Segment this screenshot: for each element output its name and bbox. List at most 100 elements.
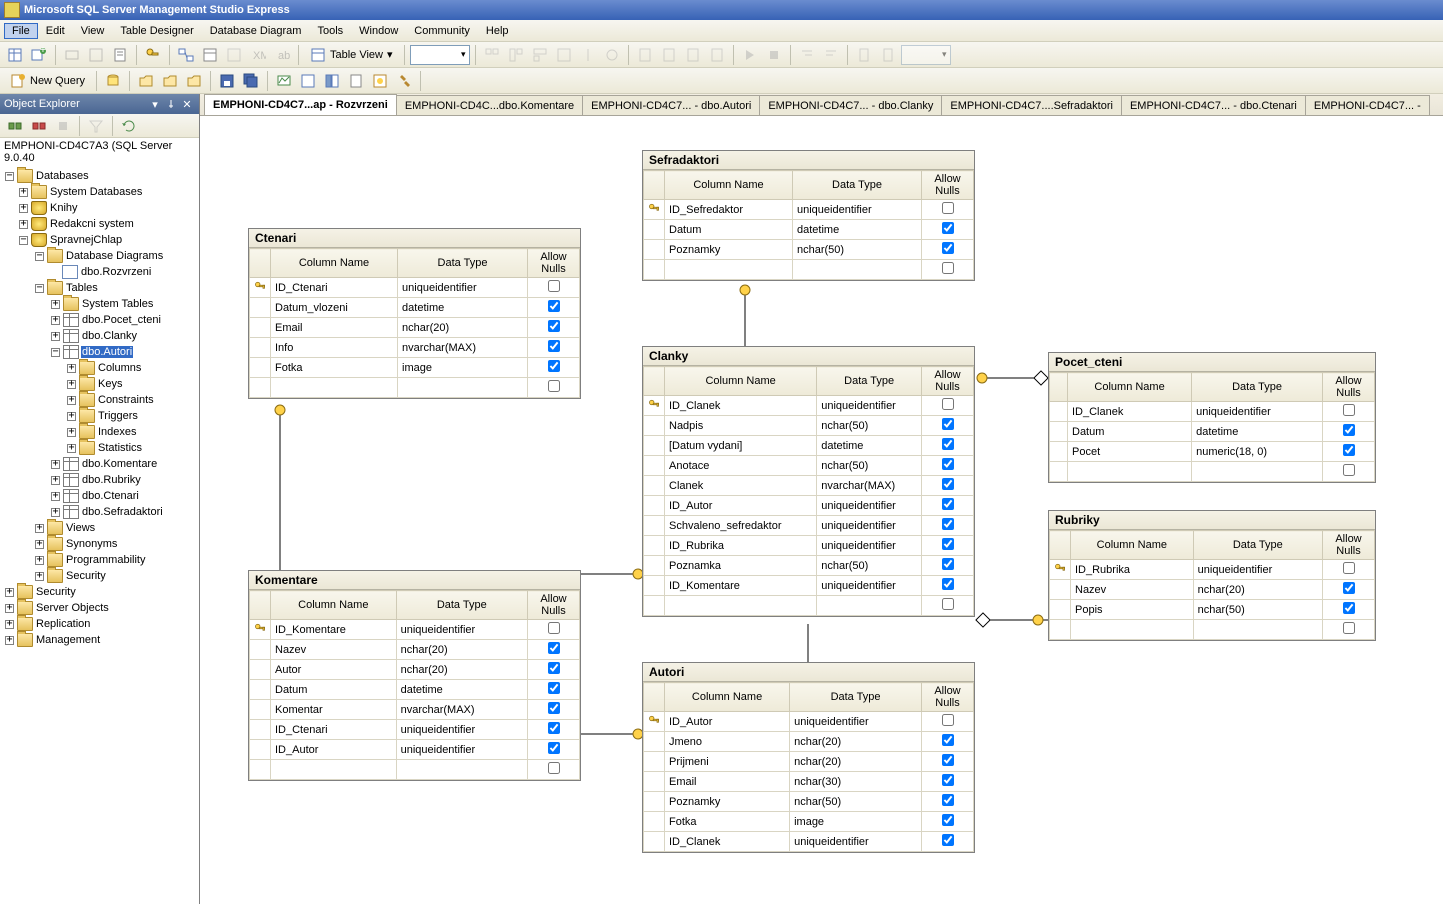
allow-nulls-checkbox[interactable] <box>942 714 954 726</box>
allow-nulls-checkbox[interactable] <box>942 202 954 214</box>
allow-nulls-checkbox[interactable] <box>548 682 560 694</box>
indexes-keys-icon[interactable] <box>199 44 221 66</box>
data-type-cell[interactable]: nchar(30) <box>790 772 922 792</box>
table-row[interactable]: ID_Autoruniqueidentifier <box>644 496 974 516</box>
data-type-cell[interactable]: nchar(20) <box>1193 580 1322 600</box>
diagram-table-komentare[interactable]: KomentareColumn NameData TypeAllow Nulls… <box>248 570 581 781</box>
table-row[interactable]: ID_Ctenariuniqueidentifier <box>250 720 580 740</box>
explorer-pin-icon[interactable] <box>163 97 179 111</box>
table-row[interactable] <box>644 596 974 616</box>
menu-table-designer[interactable]: Table Designer <box>112 23 201 39</box>
allow-nulls-checkbox[interactable] <box>942 578 954 590</box>
column-name-cell[interactable]: Nadpis <box>665 416 817 436</box>
allow-nulls-checkbox[interactable] <box>942 458 954 470</box>
allow-nulls-cell[interactable] <box>1323 600 1375 620</box>
menu-help[interactable]: Help <box>478 23 517 39</box>
data-type-cell[interactable]: datetime <box>396 680 527 700</box>
allow-nulls-checkbox[interactable] <box>942 222 954 234</box>
data-type-cell[interactable]: nchar(20) <box>396 640 527 660</box>
allow-nulls-checkbox[interactable] <box>942 558 954 570</box>
tree-system-databases[interactable]: System Databases <box>49 186 143 198</box>
allow-nulls-cell[interactable] <box>922 476 974 496</box>
data-type-cell[interactable]: nchar(20) <box>790 732 922 752</box>
allow-nulls-checkbox[interactable] <box>942 498 954 510</box>
tree-databases[interactable]: Databases <box>35 170 90 182</box>
tree-columns[interactable]: Columns <box>97 362 142 374</box>
tree-database-diagrams[interactable]: Database Diagrams <box>65 250 164 262</box>
data-type-cell[interactable] <box>793 260 922 280</box>
data-type-cell[interactable]: nvarchar(MAX) <box>817 476 922 496</box>
column-name-cell[interactable]: ID_Ctenari <box>271 720 397 740</box>
doc-tab-ctenari[interactable]: EMPHONI-CD4C7... - dbo.Ctenari <box>1121 95 1306 115</box>
column-name-cell[interactable]: ID_Autor <box>665 712 790 732</box>
column-name-cell[interactable]: Email <box>271 318 398 338</box>
table-row[interactable] <box>644 260 974 280</box>
new-query-button[interactable]: New Query <box>4 70 91 92</box>
column-name-cell[interactable] <box>665 260 793 280</box>
allow-nulls-cell[interactable] <box>922 812 974 832</box>
table-row[interactable]: Poznamkynchar(50) <box>644 240 974 260</box>
allow-nulls-cell[interactable] <box>1323 402 1375 422</box>
allow-nulls-checkbox[interactable] <box>942 754 954 766</box>
object-explorer-tree[interactable]: −Databases +System Databases +Knihy +Red… <box>0 166 199 904</box>
data-type-cell[interactable] <box>1193 620 1322 640</box>
diagram-canvas[interactable]: CtenariColumn NameData TypeAllow NullsID… <box>200 116 1443 904</box>
table-row[interactable]: ID_Komentareuniqueidentifier <box>644 576 974 596</box>
data-type-cell[interactable]: uniqueidentifier <box>817 576 922 596</box>
table-row[interactable]: Prijmeninchar(20) <box>644 752 974 772</box>
allow-nulls-cell[interactable] <box>528 720 580 740</box>
table-row[interactable]: Poznamkanchar(50) <box>644 556 974 576</box>
allow-nulls-cell[interactable] <box>528 278 580 298</box>
allow-nulls-checkbox[interactable] <box>1343 622 1355 634</box>
table-row[interactable] <box>1050 462 1375 482</box>
table-row[interactable]: [Datum vydani]datetime <box>644 436 974 456</box>
tree-knihy[interactable]: Knihy <box>49 202 79 214</box>
table-row[interactable]: Nadpisnchar(50) <box>644 416 974 436</box>
diagram-table-autori[interactable]: AutoriColumn NameData TypeAllow NullsID_… <box>642 662 975 853</box>
allow-nulls-checkbox[interactable] <box>1343 404 1355 416</box>
allow-nulls-cell[interactable] <box>528 358 580 378</box>
allow-nulls-checkbox[interactable] <box>1343 602 1355 614</box>
data-type-cell[interactable]: nchar(50) <box>790 792 922 812</box>
table-row[interactable]: Jmenonchar(20) <box>644 732 974 752</box>
allow-nulls-checkbox[interactable] <box>942 814 954 826</box>
allow-nulls-cell[interactable] <box>528 318 580 338</box>
column-name-cell[interactable] <box>271 378 398 398</box>
data-type-cell[interactable]: nchar(50) <box>793 240 922 260</box>
tree-sefradaktori[interactable]: dbo.Sefradaktori <box>81 506 164 518</box>
allow-nulls-checkbox[interactable] <box>548 642 560 654</box>
allow-nulls-checkbox[interactable] <box>942 538 954 550</box>
connect-icon[interactable] <box>4 115 26 137</box>
data-type-cell[interactable]: nvarchar(MAX) <box>396 700 527 720</box>
properties-icon[interactable] <box>369 70 391 92</box>
allow-nulls-cell[interactable] <box>922 496 974 516</box>
allow-nulls-checkbox[interactable] <box>548 280 560 292</box>
column-name-cell[interactable]: Pocet <box>1068 442 1192 462</box>
allow-nulls-cell[interactable] <box>922 732 974 752</box>
column-name-cell[interactable]: Prijmeni <box>665 752 790 772</box>
data-type-cell[interactable]: uniqueidentifier <box>817 516 922 536</box>
data-type-cell[interactable]: uniqueidentifier <box>396 740 527 760</box>
column-name-cell[interactable]: Fotka <box>665 812 790 832</box>
column-name-cell[interactable]: ID_Ctenari <box>271 278 398 298</box>
data-type-cell[interactable] <box>817 596 922 616</box>
column-name-cell[interactable]: Komentar <box>271 700 397 720</box>
table-row[interactable]: Schvaleno_sefredaktoruniqueidentifier <box>644 516 974 536</box>
data-type-cell[interactable]: nchar(50) <box>817 416 922 436</box>
data-type-cell[interactable]: uniqueidentifier <box>790 712 922 732</box>
allow-nulls-cell[interactable] <box>922 556 974 576</box>
table-row[interactable]: Datumdatetime <box>644 220 974 240</box>
column-name-cell[interactable]: Nazev <box>271 640 397 660</box>
column-name-cell[interactable]: [Datum vydani] <box>665 436 817 456</box>
table-row[interactable]: ID_Autoruniqueidentifier <box>644 712 974 732</box>
column-name-cell[interactable]: Email <box>665 772 790 792</box>
explorer-close-icon[interactable]: ✕ <box>179 97 195 111</box>
activity-monitor-icon[interactable] <box>273 70 295 92</box>
diagram-table-title[interactable]: Autori <box>643 663 974 682</box>
allow-nulls-checkbox[interactable] <box>942 794 954 806</box>
column-name-cell[interactable] <box>1068 462 1192 482</box>
allow-nulls-checkbox[interactable] <box>548 662 560 674</box>
registered-servers-icon[interactable] <box>297 70 319 92</box>
data-type-cell[interactable]: datetime <box>398 298 528 318</box>
data-type-cell[interactable]: image <box>790 812 922 832</box>
